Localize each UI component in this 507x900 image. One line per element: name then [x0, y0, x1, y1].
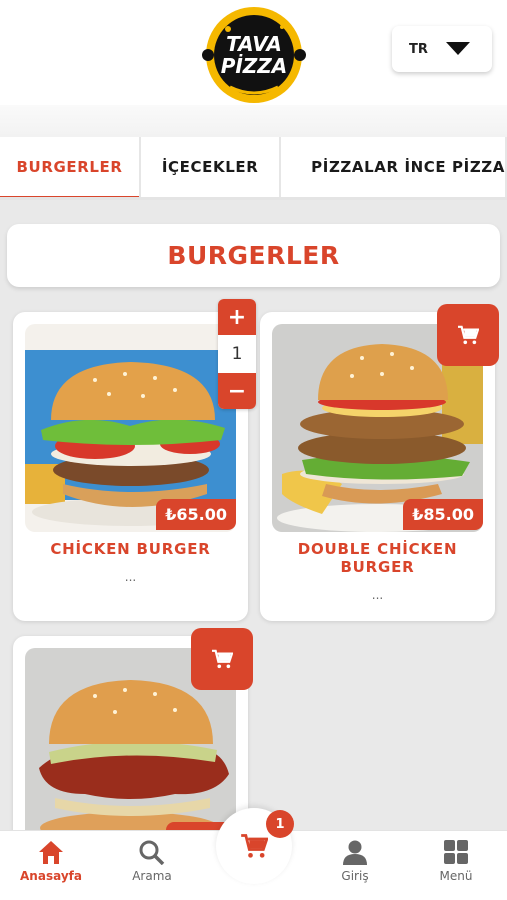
nav-search-label: Arama	[132, 869, 172, 883]
cart-count-badge: 1	[266, 810, 294, 838]
add-to-cart-button[interactable]	[437, 304, 499, 366]
logo-text-line1: TAVA	[226, 32, 282, 56]
cart-icon	[212, 649, 233, 669]
product-card-chicken-burger[interactable]: ₺65.00 CHİCKEN BURGER ...	[13, 312, 248, 621]
nav-menu-label: Menü	[439, 869, 473, 883]
nav-login-label: Giriş	[341, 869, 369, 883]
nav-menu[interactable]: Menü	[416, 839, 496, 883]
tab-pizzalar[interactable]: PİZZALAR İNCE PİZZA	[281, 137, 507, 197]
grid-icon	[444, 840, 468, 864]
category-tabs: BURGERLER İÇECEKLER PİZZALAR İNCE PİZZA	[0, 137, 507, 200]
product-name: DOUBLE CHİCKEN BURGER	[297, 540, 458, 576]
product-description: ...	[371, 588, 384, 602]
nav-login[interactable]: Giriş	[315, 839, 395, 883]
logo-text-line2: PİZZA	[221, 54, 288, 78]
tab-icecekler[interactable]: İÇECEKLER	[141, 137, 282, 197]
section-title: BURGERLER	[7, 224, 500, 287]
product-price: ₺85.00	[403, 499, 483, 530]
quantity-value: 1	[231, 344, 243, 364]
cart-fab-button[interactable]: 1	[216, 808, 294, 884]
home-icon	[39, 841, 63, 864]
product-price: ₺65.00	[156, 499, 236, 530]
product-name: CHİCKEN BURGER	[50, 540, 211, 558]
language-selector[interactable]: TR	[392, 26, 492, 72]
tava-pizza-logo[interactable]: TAVA PİZZA	[200, 3, 308, 105]
decrement-button[interactable]: −	[218, 373, 256, 409]
header-spacer	[0, 105, 507, 137]
app-header: TAVA PİZZA TR	[0, 0, 507, 105]
nav-home-label: Anasayfa	[20, 869, 82, 883]
search-icon	[139, 840, 165, 865]
increment-button[interactable]: +	[218, 299, 256, 335]
cart-icon	[241, 834, 268, 858]
add-to-cart-button[interactable]	[191, 628, 253, 690]
quantity-stepper: + 1 −	[218, 299, 256, 409]
chevron-down-icon	[446, 42, 470, 55]
cart-icon	[458, 325, 479, 345]
tab-burgerler[interactable]: BURGERLER	[0, 137, 142, 197]
nav-search[interactable]: Arama	[112, 839, 192, 883]
nav-home[interactable]: Anasayfa	[11, 839, 91, 883]
user-icon	[343, 840, 367, 865]
language-label: TR	[409, 41, 428, 57]
product-card-double-chicken-burger[interactable]: ₺85.00 DOUBLE CHİCKEN BURGER ...	[260, 304, 499, 621]
product-description: ...	[124, 570, 137, 584]
